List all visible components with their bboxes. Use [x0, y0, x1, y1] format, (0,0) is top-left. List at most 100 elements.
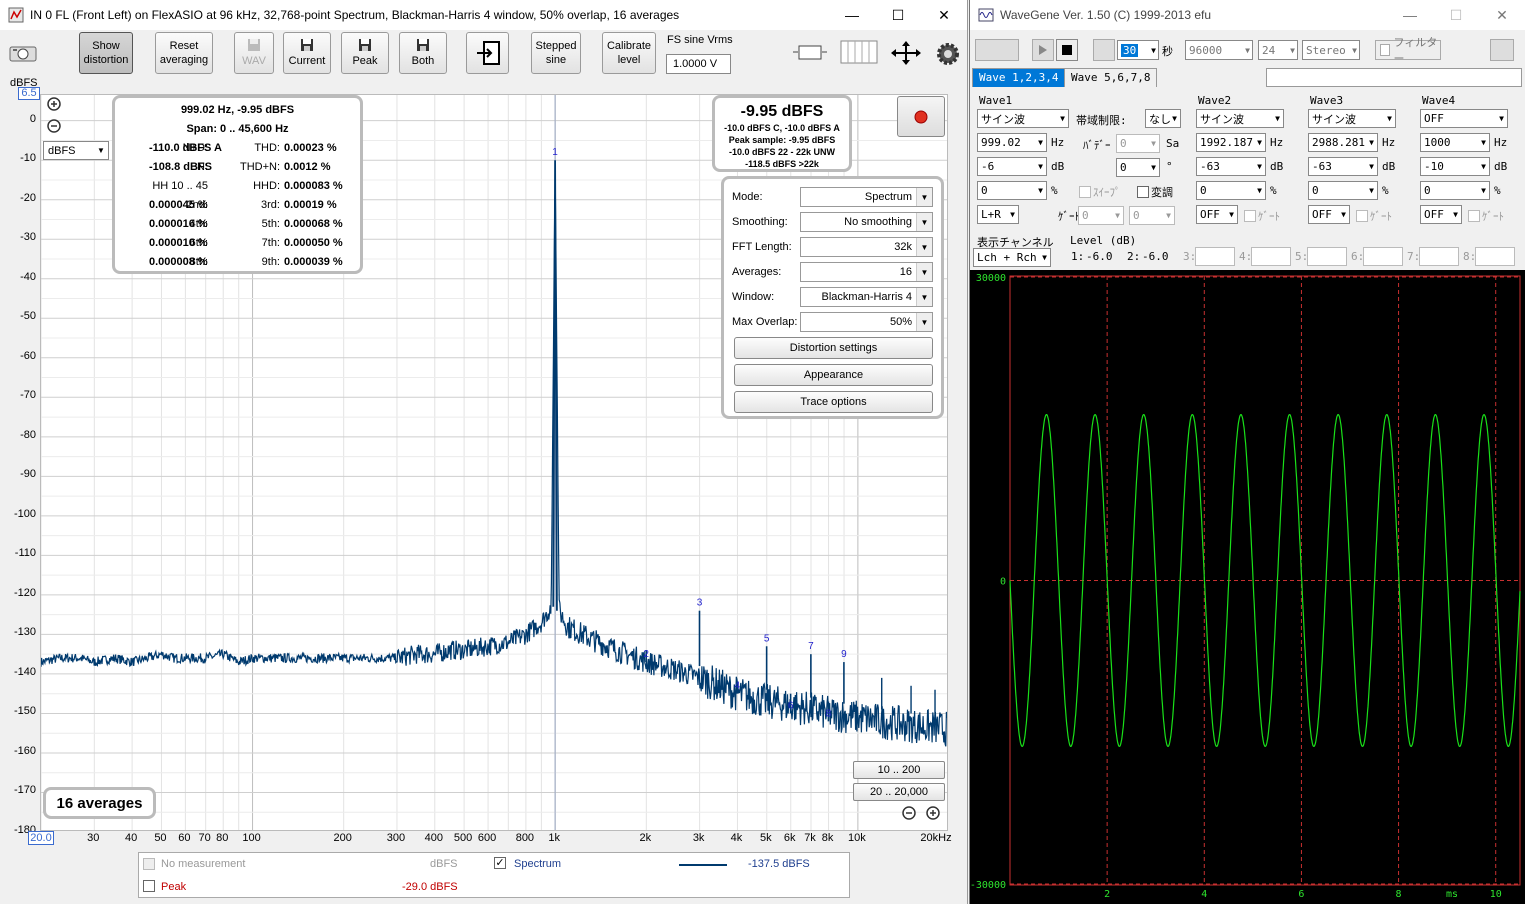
wave2-gate-checkbox[interactable]: ｹﾞｰﾄ: [1244, 208, 1280, 224]
maximize-icon[interactable]: ☐: [875, 0, 921, 30]
modulation-checkbox[interactable]: 変調: [1137, 184, 1173, 200]
units-select[interactable]: dBFS ▼: [43, 141, 109, 160]
wave1-route-select[interactable]: L+R ▼: [977, 205, 1019, 224]
play-icon[interactable]: [1032, 39, 1054, 61]
save-peak-button[interactable]: Peak: [341, 32, 389, 74]
peak-checkbox[interactable]: [143, 880, 155, 892]
copy-icon[interactable]: [975, 39, 1019, 61]
settings-gear-icon[interactable]: [936, 42, 960, 69]
stepped-sine-button[interactable]: Stepped sine: [531, 32, 581, 74]
wave2-route-select[interactable]: OFF ▼: [1196, 205, 1238, 224]
wave2-level-field[interactable]: -63 ▼: [1196, 157, 1266, 176]
sweep-checkbox[interactable]: ｽｲｰﾌﾟ: [1079, 184, 1121, 200]
stop-icon[interactable]: [1056, 39, 1078, 61]
display-channel-select[interactable]: Lch + Rch ▼: [973, 248, 1051, 267]
x-start-value[interactable]: 20.0: [28, 831, 54, 845]
camera-icon[interactable]: [8, 42, 38, 64]
trace-options-button[interactable]: Trace options: [734, 391, 933, 413]
spectrum-checkbox[interactable]: ✓: [494, 857, 506, 869]
graph-layout-icon[interactable]: [840, 40, 878, 67]
wave2-phase-field[interactable]: 0 ▼: [1196, 181, 1266, 200]
dist-label: 5th:: [261, 218, 280, 230]
wave4-type-select[interactable]: OFF ▼: [1420, 109, 1508, 128]
appearance-button[interactable]: Appearance: [734, 364, 933, 386]
close-icon[interactable]: ✕: [921, 0, 967, 30]
wave3-route-select[interactable]: OFF ▼: [1308, 205, 1350, 224]
trace-legend: No measurement dBFS ✓ Spectrum -137.5 dB…: [138, 852, 850, 898]
save-current-button[interactable]: Current: [283, 32, 331, 74]
show-distortion-button[interactable]: Show distortion: [79, 32, 133, 74]
duty-field[interactable]: 0 ▼: [1116, 134, 1160, 153]
averages-select[interactable]: 16 ▼: [800, 262, 933, 282]
chevron-down-icon: ▼: [1257, 186, 1262, 195]
record-button[interactable]: [897, 96, 945, 137]
settings-icon[interactable]: [1490, 39, 1514, 61]
channel-select[interactable]: Stereo ▼: [1302, 40, 1360, 60]
wave3-freq-field[interactable]: 2988.281 ▼: [1308, 133, 1378, 152]
band-limit-select[interactable]: なし ▼: [1145, 109, 1181, 128]
wave4-freq-field[interactable]: 1000 ▼: [1420, 133, 1490, 152]
wave4-phase-field[interactable]: 0 ▼: [1420, 181, 1490, 200]
save-both-button[interactable]: Both: [399, 32, 447, 74]
level-channel-value: [1195, 247, 1235, 266]
filename-input[interactable]: [1266, 68, 1522, 87]
wave3-level-field[interactable]: -63 ▼: [1308, 157, 1378, 176]
wave1-type-select[interactable]: サイン波 ▼: [977, 109, 1069, 128]
wave3-gate-checkbox[interactable]: ｹﾞｰﾄ: [1356, 208, 1392, 224]
close-icon[interactable]: ✕: [1479, 0, 1525, 30]
overlap-select[interactable]: 50% ▼: [800, 312, 933, 332]
y-top-value[interactable]: 6.5: [18, 87, 40, 100]
smoothing-select[interactable]: No smoothing ▼: [800, 212, 933, 232]
window-select[interactable]: Blackman-Harris 4 ▼: [800, 287, 933, 307]
wave1-level-field[interactable]: -6 ▼: [977, 157, 1047, 176]
dist-value: -108.8 dBFS: [149, 161, 212, 173]
loop-icon[interactable]: [1093, 39, 1115, 61]
minimize-icon[interactable]: —: [829, 0, 875, 30]
wave2-type-select[interactable]: サイン波 ▼: [1196, 109, 1284, 128]
maximize-icon[interactable]: ☐: [1433, 0, 1479, 30]
range-20-20000-button[interactable]: 20 .. 20,000: [853, 783, 945, 801]
x-zoom-in-icon[interactable]: [926, 806, 940, 823]
gate-field-1[interactable]: 0 ▼: [1078, 206, 1124, 225]
range-10-200-button[interactable]: 10 .. 200: [853, 761, 945, 779]
mode-select[interactable]: Spectrum ▼: [800, 187, 933, 207]
samplerate-select[interactable]: 96000 ▼: [1185, 40, 1253, 60]
export-button[interactable]: [466, 32, 509, 74]
calibrate-level-button[interactable]: Calibrate level: [602, 32, 656, 74]
phase-deg-field[interactable]: 0 ▼: [1116, 158, 1160, 177]
tab-wave-5-8[interactable]: Wave 5,6,7,8: [1064, 68, 1158, 87]
duration-select[interactable]: 30 ▼: [1117, 40, 1159, 60]
reset-averaging-button[interactable]: Reset averaging: [155, 32, 213, 74]
wave2-freq-field[interactable]: 1992.187 ▼: [1196, 133, 1266, 152]
no-measurement-checkbox[interactable]: [143, 858, 155, 870]
y-tick-label: -170: [13, 784, 36, 797]
fft-length-select[interactable]: 32k ▼: [800, 237, 933, 257]
wave4-route-select[interactable]: OFF ▼: [1420, 205, 1462, 224]
scope-x-tick: 8: [1396, 889, 1402, 900]
wave4-gate-checkbox[interactable]: ｹﾞｰﾄ: [1468, 208, 1504, 224]
x-zoom-out-icon[interactable]: [902, 806, 916, 823]
gate-field-2[interactable]: 0 ▼: [1129, 206, 1175, 225]
wave1-freq-field[interactable]: 999.02 ▼: [977, 133, 1047, 152]
wave1-phase-field[interactable]: 0 ▼: [977, 181, 1047, 200]
zoom-in-icon[interactable]: [47, 97, 61, 114]
zoom-out-icon[interactable]: [47, 119, 61, 136]
scope-x-unit: ms: [1446, 889, 1458, 900]
distortion-settings-button[interactable]: Distortion settings: [734, 337, 933, 359]
pct-unit: %: [1382, 184, 1389, 197]
wave3-phase-field[interactable]: 0 ▼: [1308, 181, 1378, 200]
level-channel-value: [1251, 247, 1291, 266]
pan-icon[interactable]: [889, 40, 923, 69]
hz-unit: Hz: [1382, 136, 1396, 149]
bits-select[interactable]: 24 ▼: [1258, 40, 1298, 60]
scope-x-tick: 10: [1490, 889, 1502, 900]
fs-sine-input[interactable]: 1.0000 V: [666, 54, 731, 74]
graph-size-icon[interactable]: [791, 42, 829, 65]
wav-button[interactable]: WAV: [234, 32, 274, 74]
wave3-type-select[interactable]: サイン波 ▼: [1308, 109, 1396, 128]
filter-toggle[interactable]: フィルター: [1375, 37, 1441, 65]
minimize-icon[interactable]: —: [1387, 0, 1433, 30]
tab-wave-1-4[interactable]: Wave 1,2,3,4: [972, 68, 1066, 87]
x-tick-label: 800: [515, 832, 535, 844]
wave4-level-field[interactable]: -10 ▼: [1420, 157, 1490, 176]
